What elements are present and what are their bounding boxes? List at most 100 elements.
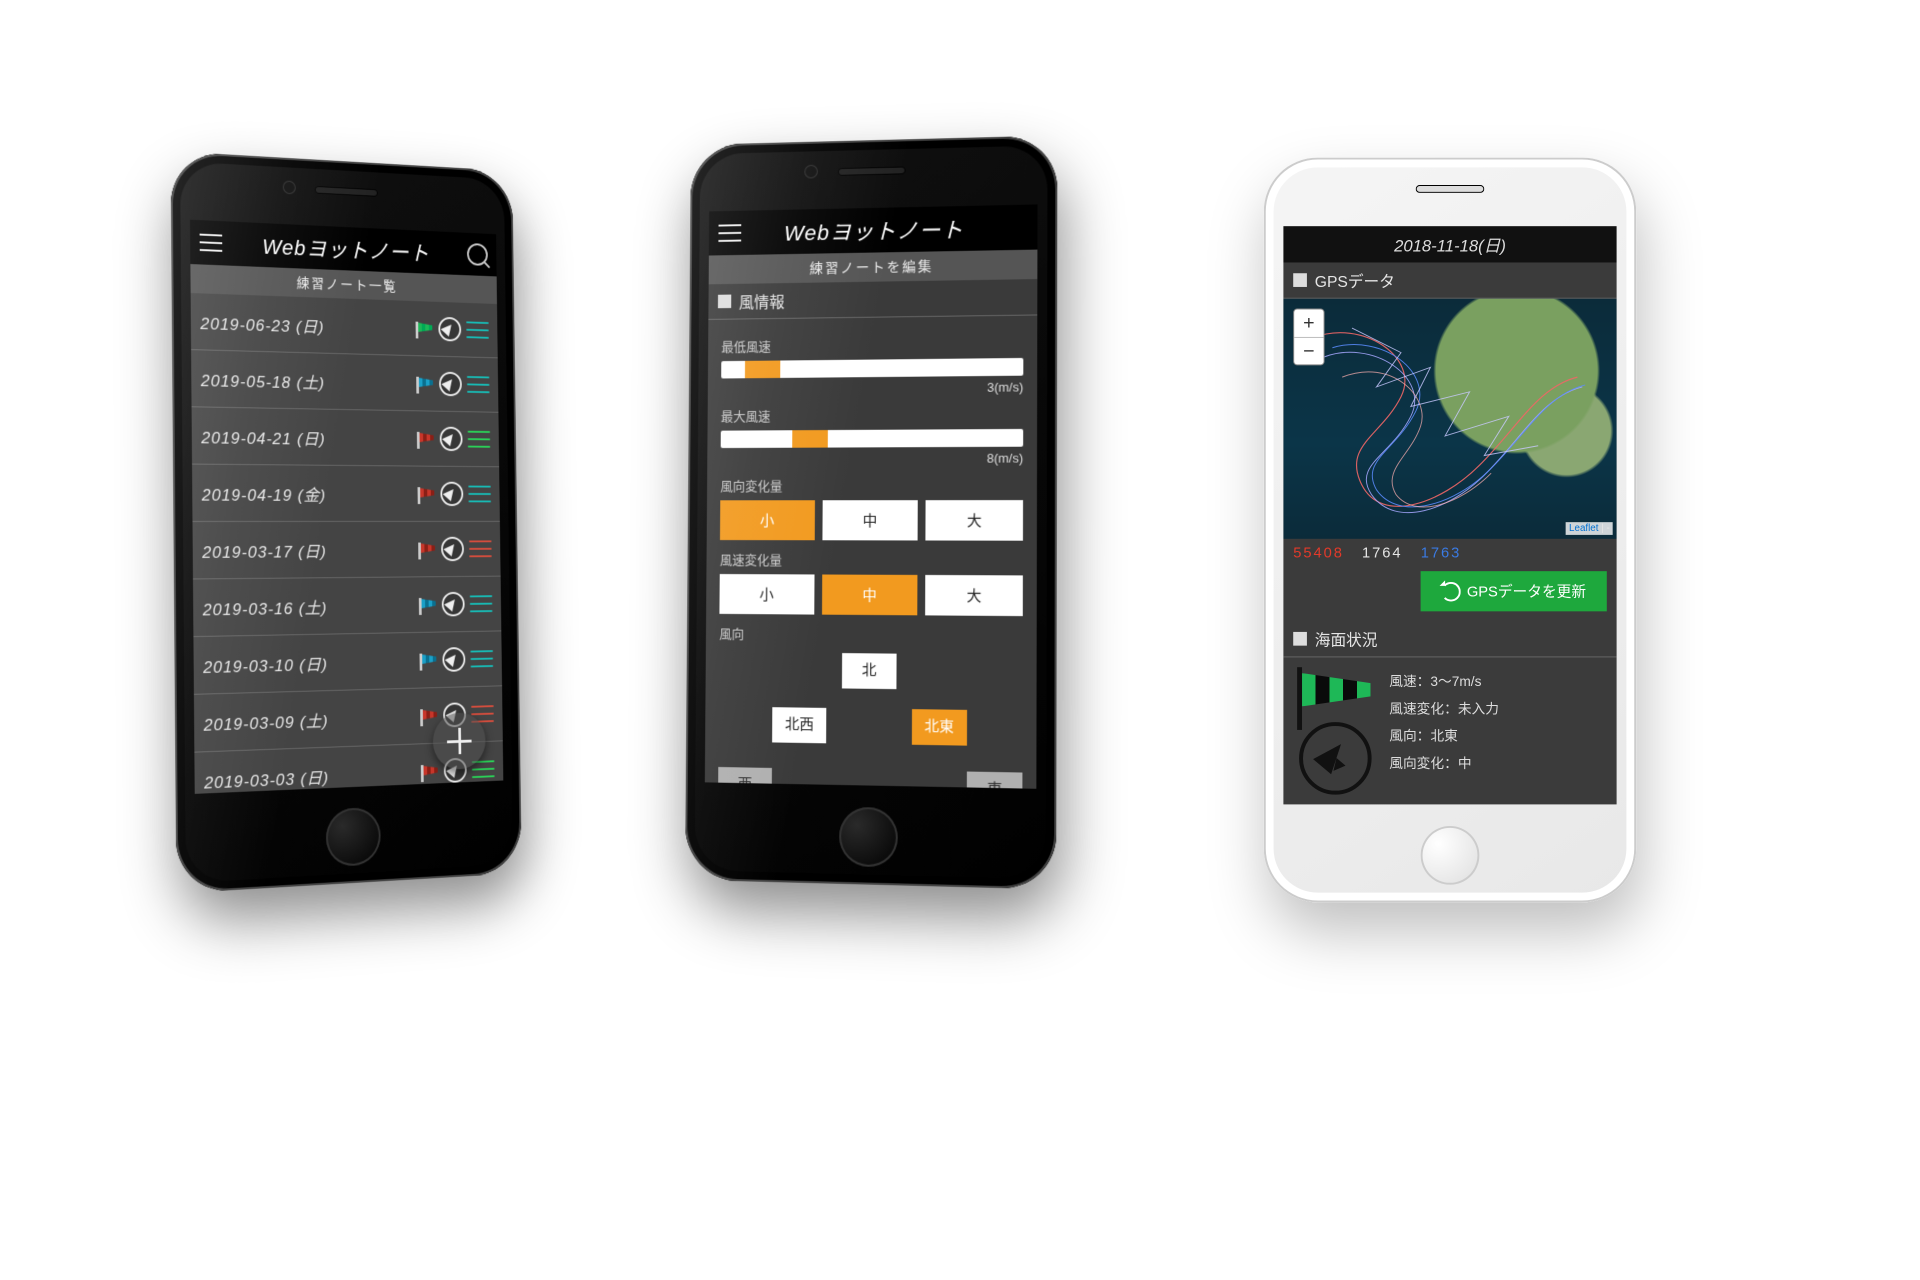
dirvar-mid-button[interactable]: 中: [822, 500, 918, 540]
row-date: 2019-04-19 (金): [202, 481, 327, 506]
compass-icon: [439, 372, 462, 397]
dir-east-button[interactable]: 東: [967, 772, 1023, 789]
windsock-icon: [420, 653, 438, 667]
edit-subtitle: 練習ノートを編集: [709, 250, 1038, 285]
row-date: 2019-03-03 (日): [204, 764, 329, 793]
windsock-icon: [417, 432, 435, 445]
update-gps-button[interactable]: GPSデータを更新: [1421, 571, 1607, 611]
section-wind-label: 風情報: [739, 289, 785, 313]
windsock-icon: [1295, 671, 1373, 718]
map-attribution: Leaflet | -: [1566, 522, 1613, 535]
windsock-icon: [418, 487, 436, 500]
row-date: 2019-05-18 (土): [201, 366, 325, 393]
track-point-counts: 55408 1764 1763: [1283, 539, 1616, 567]
kv-winddir-var: 風向変化：中: [1389, 750, 1499, 777]
app-topbar: Webヨットノート: [709, 204, 1038, 255]
practice-note-row[interactable]: 2019-03-16 (土): [193, 577, 501, 638]
count-blue: 1763: [1421, 545, 1462, 562]
max-wind-label: 最大風速: [721, 404, 1023, 425]
dir-northwest-button[interactable]: 北西: [772, 707, 826, 743]
refresh-icon: [1441, 581, 1461, 601]
gps-track-map[interactable]: + − Leaflet | -: [1283, 299, 1616, 539]
practice-note-row[interactable]: 2019-04-19 (金): [192, 465, 500, 522]
search-icon[interactable]: [467, 243, 488, 266]
spdvar-small-button[interactable]: 小: [719, 574, 814, 615]
compass-icon: [440, 482, 463, 506]
kv-windspeed-var: 風速変化：未入力: [1389, 695, 1499, 722]
windsock-icon: [420, 709, 438, 723]
min-wind-label: 最低風速: [721, 333, 1023, 355]
section-wind-info: 風情報: [708, 279, 1037, 320]
row-date: 2019-03-17 (日): [202, 538, 327, 563]
dirvar-large-button[interactable]: 大: [926, 500, 1023, 541]
practice-note-row[interactable]: 2019-05-18 (土): [191, 350, 498, 413]
section-sea: 海面状況: [1283, 621, 1616, 657]
home-button[interactable]: [1421, 826, 1480, 885]
phone-frame-right: 2018-11-18(日) GPSデータ: [1264, 158, 1636, 903]
compass-icon: [438, 317, 461, 342]
waves-icon: [468, 486, 491, 503]
compass-icon: [441, 537, 464, 561]
leaflet-link[interactable]: Leaflet: [1569, 523, 1598, 534]
row-date: 2019-06-23 (日): [200, 309, 324, 337]
row-date: 2019-03-10 (日): [203, 650, 328, 677]
compass-icon: [442, 592, 465, 617]
square-bullet-icon: [1293, 632, 1307, 646]
max-wind-slider[interactable]: [721, 429, 1024, 448]
waves-icon: [470, 650, 493, 667]
waves-icon: [470, 595, 493, 612]
dir-west-button[interactable]: 西: [718, 767, 772, 789]
wind-direction-label: 風向: [719, 624, 1023, 645]
dir-north-button[interactable]: 北: [842, 653, 897, 689]
practice-note-row[interactable]: 2019-06-23 (日): [191, 293, 498, 358]
home-button[interactable]: [326, 807, 381, 867]
kv-windspeed: 風速：3〜7m/s: [1389, 667, 1499, 694]
phone-frame-left: Webヨットノート 練習ノート一覧 2019-06-23 (日)2019-05-…: [171, 151, 522, 893]
row-date: 2019-04-21 (日): [201, 423, 326, 449]
windsock-icon: [416, 377, 434, 390]
windsock-icon: [419, 598, 437, 611]
count-white: 1764: [1362, 545, 1403, 562]
compass-icon: [442, 647, 465, 672]
min-wind-slider[interactable]: [721, 358, 1023, 379]
windsock-icon: [418, 542, 436, 555]
dir-variation-label: 風向変化量: [720, 475, 1023, 494]
app-topbar: Webヨットノート: [190, 220, 497, 277]
windsock-icon: [416, 322, 434, 336]
dir-northeast-button[interactable]: 北東: [912, 709, 967, 746]
compass-icon: [440, 427, 463, 452]
practice-note-row[interactable]: 2019-04-21 (日): [192, 407, 500, 467]
speed-variation-label: 風速変化量: [720, 550, 1023, 570]
zoom-in-button[interactable]: +: [1294, 310, 1323, 337]
compass-icon: [1299, 722, 1372, 795]
update-gps-label: GPSデータを更新: [1467, 581, 1586, 602]
waves-icon: [468, 431, 491, 448]
min-wind-value: 3(m/s): [721, 380, 1023, 397]
count-red: 55408: [1293, 545, 1344, 562]
row-date: 2019-03-16 (土): [203, 594, 328, 620]
section-gps: GPSデータ: [1283, 262, 1616, 298]
waves-icon: [466, 321, 489, 338]
gps-heading: GPSデータ: [1315, 268, 1395, 292]
dirvar-small-button[interactable]: 小: [720, 500, 815, 540]
windsock-icon: [421, 764, 439, 778]
waves-icon: [469, 540, 492, 557]
sea-heading: 海面状況: [1315, 627, 1378, 651]
zoom-out-button[interactable]: −: [1294, 337, 1323, 364]
square-bullet-icon: [1293, 273, 1307, 287]
home-button[interactable]: [839, 807, 898, 868]
phone-frame-center: Webヨットノート 練習ノートを編集 風情報 最低風速 3(m/s): [685, 135, 1057, 889]
waves-icon: [467, 376, 490, 393]
menu-icon[interactable]: [200, 234, 223, 252]
max-wind-value: 8(m/s): [721, 451, 1024, 467]
app-title: Webヨットノート: [784, 213, 964, 248]
spdvar-large-button[interactable]: 大: [925, 575, 1022, 616]
map-zoom-controls: + −: [1293, 309, 1324, 366]
kv-winddir: 風向：北東: [1389, 722, 1499, 749]
menu-icon[interactable]: [718, 224, 741, 242]
app-title: Webヨットノート: [262, 230, 430, 267]
practice-note-row[interactable]: 2019-03-10 (日): [193, 631, 502, 694]
row-date: 2019-03-09 (土): [204, 707, 329, 735]
practice-note-row[interactable]: 2019-03-17 (日): [192, 522, 500, 580]
spdvar-mid-button[interactable]: 中: [822, 574, 918, 615]
